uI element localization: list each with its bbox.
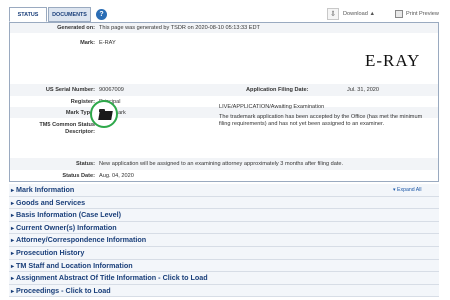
expand-all-link[interactable]: ▾ Expand All [393, 187, 422, 193]
status-panel: Generated on: This page was generated by… [9, 22, 439, 182]
section-current-owners[interactable]: ▸ Current Owner(s) Information [9, 221, 439, 235]
expand-triangle-icon: ▸ [11, 213, 15, 220]
status-row: Status: New application will be assigned… [10, 158, 438, 170]
download-label: Download [343, 11, 368, 17]
help-icon[interactable]: ? [96, 9, 107, 20]
print-icon[interactable] [395, 10, 403, 18]
section-mark-information[interactable]: ▸ Mark Information [9, 184, 439, 197]
tab-documents[interactable]: DOCUMENTS [48, 7, 91, 22]
section-proceedings[interactable]: ▸ Proceedings - Click to Load [9, 284, 439, 298]
mark-label: Mark: [80, 40, 95, 46]
section-prosecution-history[interactable]: ▸ Prosecution History [9, 246, 439, 260]
mark-value: E-RAY [99, 40, 116, 46]
expand-triangle-icon: ▸ [11, 250, 15, 257]
expand-triangle-icon: ▸ [11, 276, 15, 283]
status-circle-icon [90, 100, 118, 128]
section-tm-staff-location[interactable]: ▸ TM Staff and Location Information [9, 259, 439, 273]
filing-date-value: Jul. 31, 2020 [347, 87, 380, 93]
section-assignment-abstract[interactable]: ▸ Assignment Abstract Of Title Informatio… [9, 272, 439, 285]
tab-bar: STATUS DOCUMENTS ? ⇩ Download ▲ Print Pr… [9, 7, 439, 23]
status-date-value: Aug. 04, 2020 [99, 173, 134, 179]
download-arrow-icon[interactable]: ⇩ [327, 8, 339, 20]
generated-label: Generated on: [57, 25, 95, 31]
serial-label: US Serial Number: [45, 87, 95, 93]
serial-value: 90067009 [99, 87, 124, 93]
tm5-label: TM5 Common Status Descriptor: [39, 122, 95, 135]
expand-triangle-icon: ▸ [11, 188, 15, 194]
section-goods-and-services[interactable]: ▸ Goods and Services [9, 196, 439, 210]
expand-triangle-icon: ▸ [11, 288, 15, 295]
filing-date-label: Application Filing Date: [246, 87, 309, 93]
serial-row: US Serial Number: 90067009 Application F… [10, 84, 438, 96]
status-date-row: Status Date: Aug. 04, 2020 [10, 170, 438, 182]
register-label: Register: [70, 99, 95, 105]
tm5-status-title: LIVE/APPLICATION/Awaiting Examination [219, 104, 325, 110]
print-preview-button[interactable]: Print Preview [406, 8, 439, 21]
status-label: Status: [76, 161, 95, 167]
tm5-status-description: The trademark application has been accep… [219, 114, 423, 128]
folder-icon [98, 109, 113, 120]
mark-image: E-RAY [365, 51, 421, 70]
status-value: New application will be assigned to an e… [99, 161, 344, 167]
download-button[interactable]: Download ▲ [343, 8, 375, 21]
status-date-label: Status Date: [62, 173, 95, 179]
section-list: ▸ Mark Information ▸ Goods and Services ▸ B… [9, 184, 439, 298]
generated-value: This page was generated by TSDR on 2020-… [99, 25, 260, 31]
generated-row: Generated on: This page was generated by… [10, 23, 438, 33]
tab-status[interactable]: STATUS [9, 7, 47, 22]
section-attorney-correspondence[interactable]: ▸ Attorney/Correspondence Information [9, 234, 439, 247]
section-basis-information[interactable]: ▸ Basis Information (Case Level) [9, 209, 439, 222]
